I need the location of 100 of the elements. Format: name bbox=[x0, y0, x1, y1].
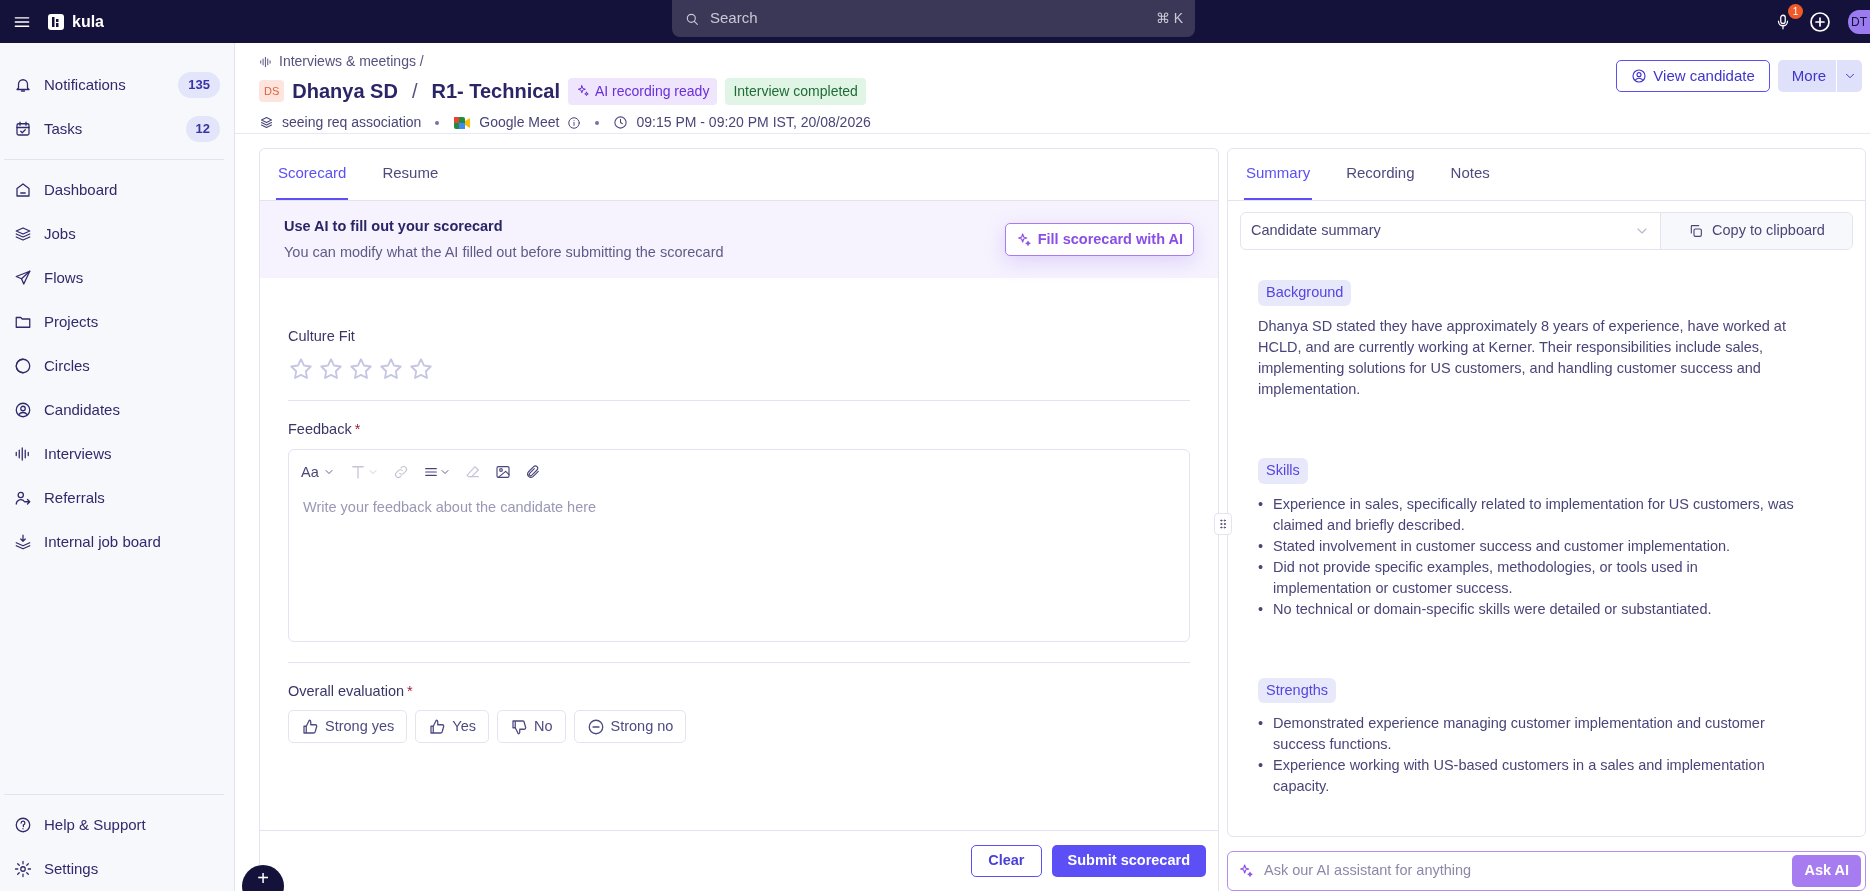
star-icon bbox=[378, 355, 404, 382]
feedback-editor[interactable]: Aa Write your feedback about the candidate here bbox=[288, 448, 1190, 642]
star-icon bbox=[318, 355, 344, 382]
sparkle-icon bbox=[1015, 231, 1032, 248]
bullet-marker: • bbox=[1258, 714, 1264, 734]
download-stack-icon bbox=[14, 533, 32, 551]
meta-text: Google Meet bbox=[479, 113, 560, 132]
submit-button[interactable]: Submit scorecard bbox=[1051, 845, 1206, 877]
resize-handle[interactable] bbox=[1214, 513, 1232, 535]
field-label: Feedback * bbox=[288, 419, 362, 439]
sidebar-item[interactable]: Dashboard bbox=[0, 168, 234, 212]
search-field[interactable]: Search bbox=[708, 6, 1148, 31]
section-heading: Skills bbox=[1258, 457, 1308, 484]
sidebar-item[interactable]: Help & Support bbox=[0, 803, 234, 847]
search-bar[interactable]: Search ⌘ K bbox=[672, 0, 1195, 37]
tab[interactable]: Notes bbox=[1448, 149, 1492, 200]
info-icon bbox=[567, 115, 582, 130]
calendar-icon bbox=[14, 120, 32, 138]
clear-button[interactable]: Clear bbox=[971, 845, 1042, 877]
thumbs-down-icon bbox=[510, 717, 528, 736]
font-size-menu[interactable]: Aa bbox=[301, 461, 335, 484]
sidebar-item[interactable]: Candidates bbox=[0, 388, 234, 432]
sidebar-item[interactable]: Settings bbox=[0, 847, 234, 891]
shortcut-hint: ⌘ K bbox=[1155, 9, 1183, 28]
paper-plane-icon bbox=[14, 269, 32, 287]
summary-bullet: No technical or domain-specific skills were detailed or substantiated. bbox=[1273, 599, 1712, 619]
star-icon bbox=[348, 355, 374, 382]
audio-wave-icon bbox=[14, 445, 32, 463]
logo-icon bbox=[48, 13, 64, 30]
user-icon bbox=[1631, 68, 1648, 84]
tab[interactable]: Summary bbox=[1244, 149, 1313, 200]
clock-icon bbox=[613, 115, 629, 130]
summary-bullet: Experience working with US-based customers in a sales and implementation capacity. bbox=[1273, 756, 1766, 797]
sparkle-icon bbox=[576, 84, 590, 98]
candidate-avatar: DS bbox=[259, 79, 285, 103]
field-label: Overall evaluation * bbox=[288, 681, 414, 701]
star-icon bbox=[288, 355, 314, 382]
view-candidate-button[interactable]: View candidate bbox=[1616, 60, 1770, 92]
evaluation-option[interactable]: Yes bbox=[415, 710, 489, 744]
interview-round: R1- Technical bbox=[431, 79, 560, 104]
evaluation-option[interactable]: Strong yes bbox=[288, 710, 408, 744]
breadcrumb-link[interactable]: Interviews & meetings / bbox=[279, 51, 424, 72]
stack-icon bbox=[259, 115, 274, 130]
sidebar-item[interactable]: Internal job board bbox=[0, 520, 234, 564]
copy-button[interactable]: Copy to clipboard bbox=[1661, 213, 1852, 249]
double-thumbs-up-icon bbox=[301, 717, 319, 736]
home-icon bbox=[14, 181, 32, 199]
sidebar-item[interactable]: Jobs bbox=[0, 212, 234, 256]
bell-icon bbox=[14, 76, 32, 94]
image-icon bbox=[494, 464, 511, 481]
summary-bullet: Did not provide specific examples, methodologies, or tools used in implementation or customer success. bbox=[1273, 557, 1699, 598]
status-badge: Interview completed bbox=[725, 77, 866, 105]
notification-badge: 1 bbox=[1788, 3, 1803, 19]
sidebar-item[interactable]: Interviews bbox=[0, 432, 234, 476]
more-dropdown-toggle[interactable] bbox=[1836, 60, 1862, 92]
star-icon bbox=[408, 355, 434, 382]
bullet-marker: • bbox=[1258, 494, 1264, 514]
summary-paragraph: Dhanya SD stated they have approximately 8 years of experience, have worked at HCLD, and are currently working at Kerner. Their responsibilities include sales, implementing solutions for US customers, and handling customer success and implementation. bbox=[1258, 316, 1787, 399]
thumbs-up-icon bbox=[428, 717, 447, 736]
user-circle-icon bbox=[14, 401, 32, 419]
layers-icon bbox=[14, 225, 32, 243]
section-heading: Background bbox=[1258, 280, 1352, 306]
summary-bullet: Experience in sales, specifically related to implementation for US customers, was claimed and briefly described. bbox=[1273, 494, 1795, 535]
user-avatar[interactable]: DT bbox=[1848, 9, 1870, 34]
summary-bullet: Demonstrated experience managing customer implementation and customer success functions. bbox=[1273, 714, 1766, 755]
sidebar-item[interactable]: Tasks 12 bbox=[0, 107, 234, 151]
minus-circle-icon bbox=[586, 717, 605, 736]
fill-with-ai-button[interactable]: Fill scorecard with AI bbox=[1004, 223, 1194, 256]
tab[interactable]: Resume bbox=[380, 149, 441, 200]
sidebar-item[interactable]: Referrals bbox=[0, 476, 234, 520]
title-separator: / bbox=[411, 79, 418, 104]
sidebar-item[interactable]: Circles bbox=[0, 344, 234, 388]
bullet-marker: • bbox=[1258, 599, 1264, 619]
more-button[interactable]: More bbox=[1777, 60, 1836, 92]
section-heading: Strengths bbox=[1258, 677, 1337, 704]
banner-subtitle: You can modify what the AI filled out before submitting the scorecard bbox=[284, 242, 724, 262]
add-button[interactable]: + bbox=[242, 865, 284, 891]
status-badge: AI recording ready bbox=[568, 77, 718, 105]
evaluation-option[interactable]: No bbox=[497, 710, 566, 744]
sparkle-icon bbox=[1238, 863, 1254, 879]
tab[interactable]: Recording bbox=[1344, 149, 1417, 200]
sidebar-item[interactable]: Flows bbox=[0, 256, 234, 300]
meta-text: seeing req association bbox=[282, 113, 422, 132]
sidebar-item[interactable]: Notifications 135 bbox=[0, 63, 234, 107]
app-logo-text: kula bbox=[72, 11, 104, 32]
users-icon bbox=[14, 489, 32, 507]
sidebar-item[interactable]: Projects bbox=[0, 300, 234, 344]
evaluation-option[interactable]: Strong no bbox=[573, 710, 687, 744]
copy-icon bbox=[1688, 223, 1705, 239]
video-call-icon bbox=[453, 114, 472, 131]
banner-title: Use AI to fill out your scorecard bbox=[284, 216, 504, 236]
add-button[interactable] bbox=[1808, 9, 1832, 34]
candidate-name: Dhanya SD bbox=[292, 79, 398, 104]
meta-text: 09:15 PM - 09:20 PM IST, 20/08/2026 bbox=[636, 113, 871, 132]
paperclip-icon bbox=[524, 464, 541, 481]
bullet-marker: • bbox=[1258, 536, 1264, 556]
help-icon bbox=[14, 816, 32, 834]
bullet-marker: • bbox=[1258, 557, 1264, 577]
summary-bullet: Stated involvement in customer success and customer implementation. bbox=[1273, 536, 1731, 556]
audio-wave-icon bbox=[259, 54, 273, 69]
